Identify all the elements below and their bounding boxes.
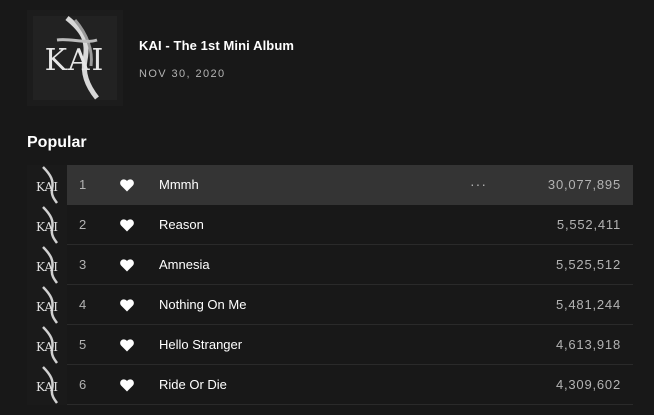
heart-icon[interactable] — [119, 297, 135, 313]
track-row[interactable]: KAI 6 Ride Or Die 4,309,602 — [27, 364, 633, 405]
heart-icon[interactable] — [119, 377, 135, 393]
album-meta: KAI - The 1st Mini Album NOV 30, 2020 — [139, 38, 294, 80]
track-row[interactable]: KAI 1 Mmmh ··· 30,077,895 — [27, 164, 633, 205]
section-title: Popular — [27, 134, 87, 151]
track-thumbnail: KAI — [27, 204, 67, 245]
track-number: 2 — [79, 217, 87, 232]
track-play-count: 5,481,244 — [555, 297, 621, 312]
album-cover[interactable]: KAI — [27, 10, 123, 106]
track-list: KAI 1 Mmmh ··· 30,077,895 KAI 2 Reason 5… — [27, 164, 633, 405]
track-name[interactable]: Mmmh — [159, 177, 199, 192]
track-number: 5 — [79, 337, 87, 352]
track-row[interactable]: KAI 2 Reason 5,552,411 — [27, 204, 633, 245]
heart-icon[interactable] — [119, 177, 135, 193]
track-number: 1 — [79, 177, 87, 192]
heart-icon[interactable] — [119, 257, 135, 273]
track-thumbnail: KAI — [27, 324, 67, 365]
svg-text:KAI: KAI — [36, 220, 58, 234]
track-number: 6 — [79, 377, 87, 392]
track-name[interactable]: Hello Stranger — [159, 337, 242, 352]
track-thumbnail: KAI — [27, 244, 67, 285]
svg-text:KAI: KAI — [45, 43, 106, 78]
album-title[interactable]: KAI - The 1st Mini Album — [139, 38, 294, 53]
track-number: 4 — [79, 297, 87, 312]
svg-text:KAI: KAI — [36, 180, 58, 194]
track-play-count: 30,077,895 — [547, 177, 621, 192]
track-play-count: 4,613,918 — [555, 337, 621, 352]
heart-icon[interactable] — [119, 337, 135, 353]
svg-text:KAI: KAI — [36, 300, 58, 314]
track-name[interactable]: Reason — [159, 217, 204, 232]
track-play-count: 5,552,411 — [556, 217, 621, 232]
track-name[interactable]: Ride Or Die — [159, 377, 227, 392]
track-name[interactable]: Amnesia — [159, 257, 210, 272]
track-row[interactable]: KAI 3 Amnesia 5,525,512 — [27, 244, 633, 285]
track-thumbnail: KAI — [27, 164, 67, 205]
track-row[interactable]: KAI 4 Nothing On Me 5,481,244 — [27, 284, 633, 325]
track-play-count: 4,309,602 — [555, 377, 621, 392]
svg-text:KAI: KAI — [36, 260, 58, 274]
heart-icon[interactable] — [119, 217, 135, 233]
album-release-date: NOV 30, 2020 — [139, 68, 226, 80]
track-number: 3 — [79, 257, 87, 272]
track-thumbnail: KAI — [27, 284, 67, 325]
track-play-count: 5,525,512 — [555, 257, 621, 272]
svg-text:KAI: KAI — [36, 380, 58, 394]
more-options-icon[interactable]: ··· — [470, 176, 487, 192]
track-row[interactable]: KAI 5 Hello Stranger 4,613,918 — [27, 324, 633, 365]
track-name[interactable]: Nothing On Me — [159, 297, 246, 312]
album-header: KAI KAI - The 1st Mini Album NOV 30, 202… — [27, 10, 294, 106]
track-thumbnail: KAI — [27, 364, 67, 405]
album-page: KAI KAI - The 1st Mini Album NOV 30, 202… — [0, 0, 654, 415]
svg-text:KAI: KAI — [36, 340, 58, 354]
